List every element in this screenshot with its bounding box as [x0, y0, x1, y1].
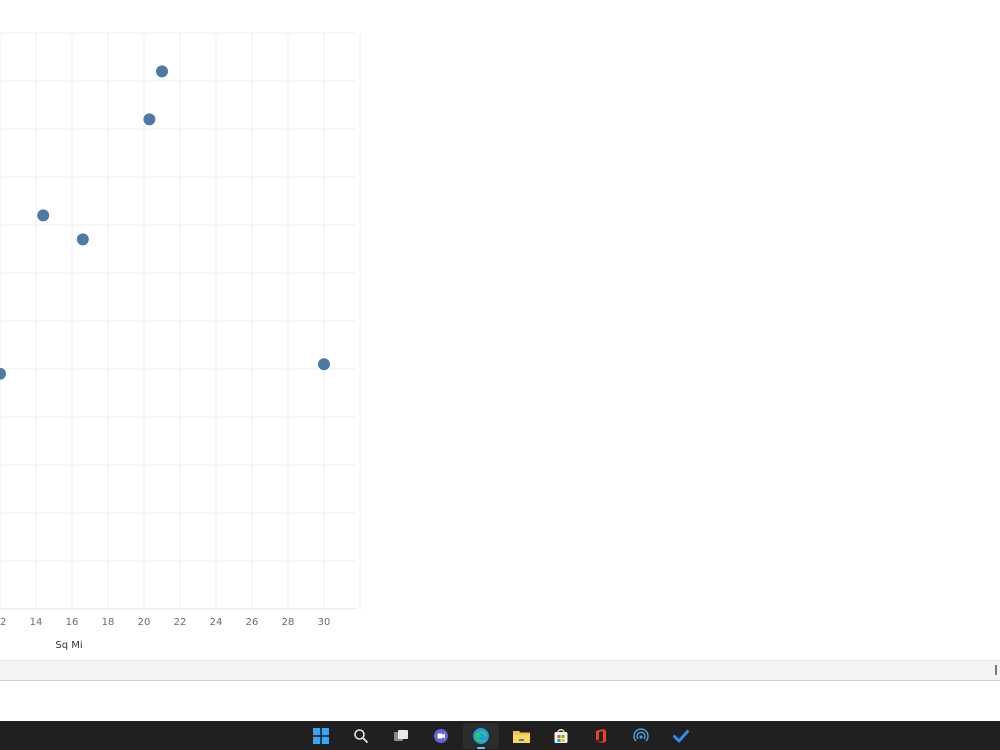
remote-connect-button[interactable] — [623, 723, 659, 749]
x-tick-label: 12 — [0, 617, 6, 628]
todo-check-icon — [673, 730, 689, 743]
edge-browser-button[interactable] — [463, 723, 499, 749]
todo-button[interactable] — [663, 723, 699, 749]
x-tick-label: 26 — [246, 617, 259, 628]
data-point[interactable] — [317, 357, 331, 372]
chart-grid — [0, 32, 361, 610]
scatter-chart: 12 14 16 18 20 22 24 26 28 30 Sq Mi — [0, 32, 361, 651]
view-status-strip — [0, 660, 1000, 681]
task-view-button[interactable] — [383, 723, 419, 749]
active-indicator — [477, 747, 485, 749]
lower-panel — [0, 681, 1000, 721]
x-tick-label: 14 — [30, 617, 43, 628]
start-button[interactable] — [303, 723, 339, 749]
search-button[interactable] — [343, 723, 379, 749]
x-tick-label: 18 — [102, 617, 115, 628]
x-tick-label: 28 — [282, 617, 295, 628]
data-point[interactable] — [75, 232, 90, 247]
x-tick-label: 16 — [66, 617, 79, 628]
store-button[interactable] — [543, 723, 579, 749]
x-tick-label: 30 — [318, 617, 331, 628]
task-view-icon — [394, 730, 408, 741]
x-tick-label: 20 — [138, 617, 151, 628]
data-point[interactable] — [142, 112, 157, 127]
x-tick-label: 22 — [174, 617, 187, 628]
x-tick-label: 24 — [210, 617, 223, 628]
resize-handle[interactable] — [995, 665, 1000, 675]
file-explorer-button[interactable] — [503, 723, 539, 749]
x-axis-ticks: 12 14 16 18 20 22 24 26 28 30 — [0, 617, 330, 628]
chat-button[interactable] — [423, 723, 459, 749]
file-explorer-icon — [512, 730, 530, 743]
data-point[interactable] — [36, 208, 51, 223]
remote-connect-icon — [633, 728, 649, 742]
edge-browser-icon — [473, 728, 489, 744]
store-icon — [554, 729, 568, 743]
chart-canvas: 12 14 16 18 20 22 24 26 28 30 Sq Mi — [0, 0, 1000, 660]
app-window: 12 14 16 18 20 22 24 26 28 30 Sq Mi — [0, 0, 1000, 750]
office-icon — [596, 729, 606, 743]
x-axis-title: Sq Mi — [55, 640, 82, 651]
data-point[interactable] — [155, 64, 169, 79]
office-button[interactable] — [583, 723, 619, 749]
start-icon — [313, 728, 329, 744]
chat-icon — [434, 729, 448, 743]
chart-points — [0, 64, 331, 381]
search-icon — [354, 729, 368, 743]
windows-taskbar — [0, 721, 1000, 750]
